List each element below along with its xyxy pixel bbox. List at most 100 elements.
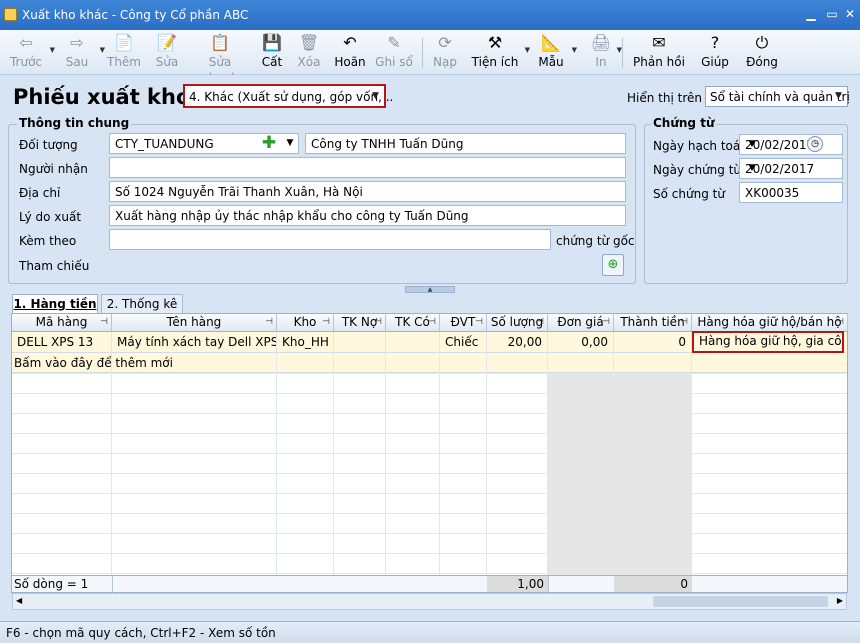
close-icon: ⏻ xyxy=(755,33,769,52)
grid-line xyxy=(12,493,847,494)
table-cell[interactable]: 20,00 xyxy=(487,332,548,353)
pin-icon[interactable]: ⊣ xyxy=(536,314,544,331)
column-header[interactable]: Kho ⊣ xyxy=(277,314,334,332)
so-chung-tu-label: Số chứng từ xyxy=(653,187,725,201)
toolbar-help-button[interactable]: ? Giúp xyxy=(700,32,730,74)
chevron-down-icon[interactable]: ▼ xyxy=(745,135,759,154)
splitter-handle[interactable]: ▲ xyxy=(405,286,455,293)
column-header[interactable]: Hàng hóa giữ hộ/bán hộ ⊣ xyxy=(692,314,848,332)
toolbar-label: Nạp xyxy=(433,55,457,69)
table-cell[interactable]: 0 xyxy=(614,332,692,353)
add-row[interactable]: Bấm vào đây để thêm mới xyxy=(12,353,847,373)
chevron-down-icon[interactable]: ▼ xyxy=(283,134,297,153)
toolbar-label: Sửa xyxy=(155,55,179,69)
pin-icon[interactable]: ⊣ xyxy=(265,314,273,331)
table-cell[interactable]: Kho_HH xyxy=(277,332,334,353)
toolbar-reload-button[interactable]: ⟳ Nạp xyxy=(428,32,462,74)
toolbar-pencil-button[interactable]: ✎ Ghi sổ xyxy=(374,32,414,74)
pin-icon[interactable]: ⊣ xyxy=(836,314,844,331)
display-select[interactable]: Sổ tài chính và quản trị ▼ xyxy=(705,86,850,107)
add-object-icon[interactable]: ✚ xyxy=(259,134,279,153)
clock-icon[interactable]: ◷ xyxy=(807,136,823,152)
total-quantity: 1,00 xyxy=(487,576,548,592)
printer-icon: 🖨 xyxy=(590,33,612,52)
chevron-down-icon[interactable]: ▼ xyxy=(830,87,847,106)
toolbar-arrow-left-button[interactable]: ⇦ Trước ▼ xyxy=(6,32,55,74)
column-header[interactable]: Tên hàng ⊣ xyxy=(112,314,277,332)
dia-chi-input[interactable]: Số 1024 Nguyễn Trãi Thanh Xuân, Hà Nội xyxy=(109,181,626,202)
pin-icon[interactable]: ⊣ xyxy=(475,314,483,331)
table-cell[interactable]: 0,00 xyxy=(548,332,614,353)
close-window-icon[interactable]: ✕ xyxy=(842,7,858,21)
pin-icon[interactable]: ⊣ xyxy=(374,314,382,331)
toolbar-label: Thêm xyxy=(106,55,141,69)
pin-icon[interactable]: ⊣ xyxy=(428,314,436,331)
chevron-down-icon[interactable]: ▼ xyxy=(572,46,577,54)
toolbar-separator xyxy=(422,38,423,68)
minimize-icon[interactable]: ▁ xyxy=(803,7,819,21)
toolbar-close-button[interactable]: ⏻ Đóng xyxy=(742,32,782,74)
column-header[interactable]: Mã hàng ⊣ xyxy=(12,314,112,332)
reference-add-icon[interactable]: ⊕ xyxy=(602,254,624,276)
scroll-thumb[interactable] xyxy=(653,596,828,607)
doi-tuong-code: CTY_TUANDUNG xyxy=(115,137,214,151)
pin-icon[interactable]: ⊣ xyxy=(602,314,610,331)
table-cell[interactable]: DELL XPS 13 xyxy=(12,332,112,353)
chevron-down-icon[interactable]: ▼ xyxy=(745,159,759,178)
toolbar-mail-button[interactable]: ✉ Phản hồi xyxy=(631,32,687,74)
column-header[interactable]: TK Có ⊣ xyxy=(386,314,440,332)
grid-line xyxy=(486,332,487,575)
column-header[interactable]: Số lượng ⊣ xyxy=(487,314,548,332)
toolbar-printer-button[interactable]: 🖨 In ▼ xyxy=(589,32,622,74)
scroll-left-icon[interactable]: ◀ xyxy=(16,596,22,605)
doi-tuong-name-input[interactable]: Công ty TNHH Tuấn Dũng xyxy=(305,133,626,154)
display-value: Sổ tài chính và quản trị xyxy=(710,90,850,104)
nguoi-nhan-input[interactable] xyxy=(109,157,626,178)
kem-theo-input[interactable] xyxy=(109,229,551,250)
toolbar-quick-edit-button[interactable]: 📋Sửa nhanh xyxy=(190,32,250,85)
grid-line xyxy=(12,473,847,474)
scroll-right-icon[interactable]: ▶ xyxy=(837,596,843,605)
pin-icon[interactable]: ⊣ xyxy=(100,314,108,331)
table-cell[interactable]: Chiếc xyxy=(440,332,487,353)
pin-icon[interactable]: ⊣ xyxy=(680,314,688,331)
column-header-label: Mã hàng xyxy=(35,315,88,329)
toolbar-template-button[interactable]: 📐 Mẫu ▼ xyxy=(534,32,577,74)
toolbar-arrow-right-button[interactable]: ⇨ Sau ▼ xyxy=(58,32,105,74)
page-title: Phiếu xuất kho xyxy=(13,85,191,109)
toolbar-undo-button[interactable]: ↶ Hoãn xyxy=(331,32,369,74)
table-cell[interactable]: Máy tính xách tay Dell XPS 13 xyxy=(112,332,277,353)
toolbar-label: Hoãn xyxy=(334,55,366,69)
column-header[interactable]: TK Nợ ⊣ xyxy=(334,314,386,332)
toolbar-add-document-button[interactable]: 📄 Thêm xyxy=(104,32,144,74)
toolbar-separator xyxy=(622,38,623,68)
chevron-down-icon[interactable]: ▼ xyxy=(367,87,384,106)
column-header[interactable]: Thành tiền ⊣ xyxy=(614,314,692,332)
ngay-hach-toan-input[interactable]: 20/02/2017 ◷ ▼ xyxy=(739,134,843,155)
toolbar-edit-document-button[interactable]: 📝 Sửa xyxy=(149,32,185,74)
pin-icon[interactable]: ⊣ xyxy=(322,314,330,331)
toolbar-label: Sau xyxy=(65,55,89,69)
maximize-icon[interactable]: ▭ xyxy=(824,7,840,21)
status-bar: F6 - chọn mã quy cách, Ctrl+F2 - Xem số … xyxy=(0,621,860,643)
table-cell[interactable] xyxy=(386,332,440,353)
ngay-chung-tu-input[interactable]: 20/02/2017 ▼ xyxy=(739,158,843,179)
chevron-down-icon[interactable]: ▼ xyxy=(50,46,55,54)
horizontal-scrollbar[interactable]: ◀ ▶ xyxy=(12,593,847,610)
voucher-type-select[interactable]: 4. Khác (Xuất sử dụng, góp vốn, .. ▼ xyxy=(183,84,393,108)
toolbar-save-button[interactable]: 💾 Cất xyxy=(257,32,287,74)
grid-line xyxy=(547,332,548,575)
column-header[interactable]: Đơn giá ⊣ xyxy=(548,314,614,332)
column-header[interactable]: ĐVT ⊣ xyxy=(440,314,487,332)
grid-line xyxy=(613,332,614,575)
table-cell[interactable] xyxy=(334,332,386,353)
toolbar-delete-button[interactable]: 🗑 Xóa xyxy=(293,32,325,74)
tab-hang-tien[interactable]: 1. Hàng tiền xyxy=(12,294,98,315)
grid-line xyxy=(385,332,386,575)
ly-do-input[interactable]: Xuất hàng nhập ủy thác nhập khẩu cho côn… xyxy=(109,205,626,226)
toolbar-tools-button[interactable]: ⚒ Tiện ích ▼ xyxy=(469,32,530,74)
so-chung-tu-input[interactable]: XK00035 xyxy=(739,182,843,203)
tab-thong-ke[interactable]: 2. Thống kê xyxy=(101,294,183,314)
chevron-down-icon[interactable]: ▼ xyxy=(525,46,530,54)
table-cell[interactable]: Hàng hóa giữ hộ, gia công xyxy=(692,331,844,353)
